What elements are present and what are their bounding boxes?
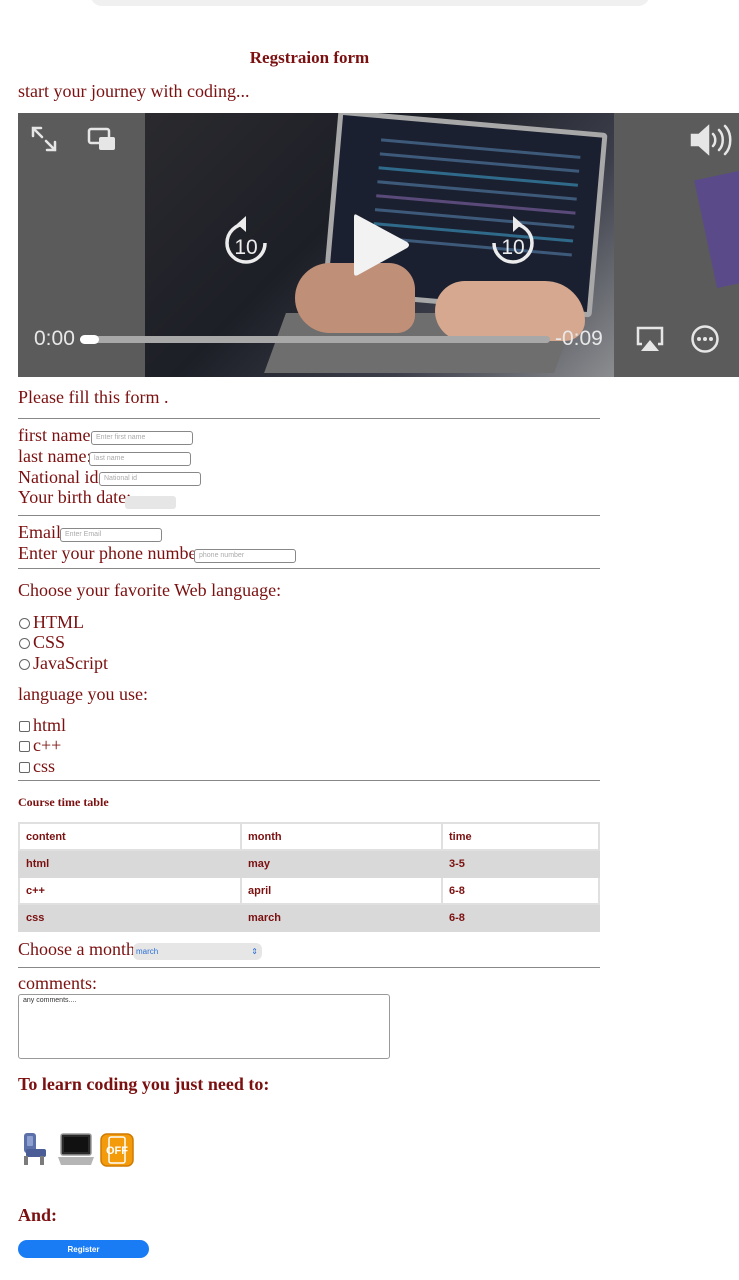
birth-date-input[interactable] <box>125 496 176 509</box>
svg-text:OFF: OFF <box>106 1145 128 1157</box>
birth-date-label: Your birth date: <box>18 487 132 507</box>
last-name-label: last name: <box>18 446 92 466</box>
web-language-question: Choose your favorite Web language: <box>18 580 282 600</box>
table-row: css march 6-8 <box>18 903 600 932</box>
svg-text:10: 10 <box>234 236 257 259</box>
checkbox-label-css: css <box>33 756 55 776</box>
browser-address-bar[interactable] <box>90 0 650 6</box>
comments-textarea[interactable]: any comments.... <box>18 994 390 1059</box>
table-row: c++ april 6-8 <box>18 876 600 905</box>
table-header-cell: time <box>441 822 600 851</box>
table-cell: css <box>18 903 242 932</box>
current-time: 0:00 <box>34 327 75 350</box>
radio-label-html: HTML <box>33 612 84 632</box>
phone-input[interactable]: phone number <box>194 549 296 563</box>
select-arrows-icon: ⇕ <box>251 947 258 956</box>
national-id-label: National id: <box>18 467 104 487</box>
course-timetable: content month time html may 3-5 c++ apri… <box>18 822 600 932</box>
divider <box>18 568 600 569</box>
phone-label: Enter your phone number: <box>18 543 208 563</box>
radio-label-css: CSS <box>33 632 66 652</box>
airplay-icon[interactable] <box>635 325 665 353</box>
play-icon[interactable] <box>351 211 411 279</box>
month-select-value: march <box>136 947 159 956</box>
table-row: html may 3-5 <box>18 849 600 878</box>
skip-forward-icon[interactable]: 10 <box>489 216 537 268</box>
phone-off-icon: OFF <box>100 1133 134 1172</box>
table-cell: april <box>240 876 443 905</box>
language-question: language you use: <box>18 684 148 704</box>
checkbox-html[interactable] <box>19 721 30 732</box>
seat-icon <box>18 1131 50 1172</box>
divider <box>18 967 600 968</box>
email-input[interactable]: Enter Email <box>60 528 162 542</box>
divider <box>18 780 600 781</box>
month-select[interactable]: march ⇕ <box>133 943 262 960</box>
first-name-label: first name: <box>18 425 96 445</box>
table-cell: 3-5 <box>441 849 600 878</box>
progress-fill <box>80 335 99 344</box>
comments-label: comments: <box>18 973 97 993</box>
table-header-cell: month <box>240 822 443 851</box>
remaining-time: -0:09 <box>555 327 603 350</box>
page-title: Regstraion form <box>249 48 370 67</box>
table-cell: html <box>18 849 242 878</box>
national-id-input[interactable]: National id <box>99 472 201 486</box>
checkbox-label-cpp: c++ <box>33 735 62 755</box>
table-cell: 6-8 <box>441 876 600 905</box>
divider <box>18 515 600 516</box>
and-label: And: <box>18 1205 58 1225</box>
fullscreen-icon[interactable] <box>30 125 58 153</box>
checkbox-cpp[interactable] <box>19 741 30 752</box>
svg-text:10: 10 <box>501 236 524 259</box>
radio-html[interactable] <box>19 618 30 629</box>
video-player[interactable]: 10 10 0:00 -0:09 <box>18 113 739 377</box>
radio-javascript[interactable] <box>19 659 30 670</box>
volume-icon[interactable] <box>690 123 732 157</box>
month-select-label: Choose a month: <box>18 939 140 959</box>
table-cell: c++ <box>18 876 242 905</box>
table-cell: march <box>240 903 443 932</box>
table-cell: 6-8 <box>441 903 600 932</box>
laptop-icon <box>58 1133 94 1172</box>
radio-css[interactable] <box>19 638 30 649</box>
page-subtitle: start your journey with coding... <box>18 81 250 101</box>
video-progress-bar[interactable] <box>80 335 550 344</box>
table-cell: may <box>240 849 443 878</box>
register-button[interactable]: Register <box>18 1240 149 1258</box>
skip-back-icon[interactable]: 10 <box>222 216 270 268</box>
needs-heading: To learn coding you just need to: <box>18 1074 270 1094</box>
form-intro: Please fill this form . <box>18 387 169 407</box>
more-options-icon[interactable] <box>690 324 720 354</box>
table-header-row: content month time <box>18 822 600 851</box>
first-name-input[interactable]: Enter first name <box>91 431 193 445</box>
timetable-caption: Course time table <box>18 795 109 809</box>
last-name-input[interactable]: last name <box>89 452 191 466</box>
table-header-cell: content <box>18 822 242 851</box>
checkbox-label-html: html <box>33 715 67 735</box>
checkbox-css[interactable] <box>19 762 30 773</box>
picture-in-picture-icon[interactable] <box>87 127 117 153</box>
divider <box>18 418 600 419</box>
radio-label-javascript: JavaScript <box>33 653 108 673</box>
email-label: Email <box>18 522 61 542</box>
